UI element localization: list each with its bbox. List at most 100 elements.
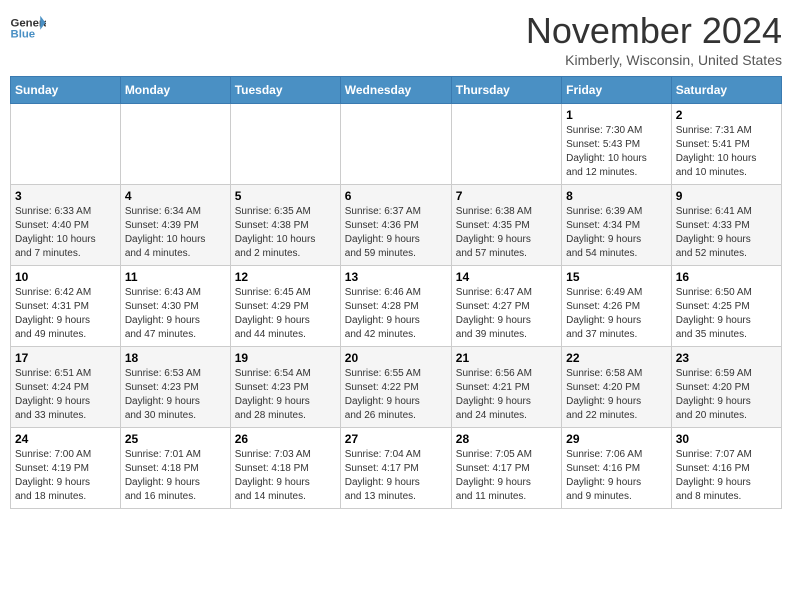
calendar-cell: 9 Sunrise: 6:41 AM Sunset: 4:33 PM Daylig… bbox=[671, 185, 781, 266]
calendar-cell bbox=[451, 104, 561, 185]
day-info: Sunrise: 6:45 AM Sunset: 4:29 PM Dayligh… bbox=[235, 286, 336, 342]
day-number: 22 bbox=[566, 351, 667, 365]
calendar-cell: 19 Sunrise: 6:54 AM Sunset: 4:23 PM Dayli… bbox=[230, 347, 340, 428]
calendar-cell: 30Sunrise: 7:07 AM Sunset: 4:16 PM Dayli… bbox=[671, 428, 781, 509]
calendar-week-row: 10Sunrise: 6:42 AM Sunset: 4:31 PM Dayli… bbox=[11, 266, 782, 347]
day-info: Sunrise: 6:51 AM Sunset: 4:24 PM Dayligh… bbox=[15, 367, 116, 423]
calendar-cell: 23Sunrise: 6:59 AM Sunset: 4:20 PM Dayli… bbox=[671, 347, 781, 428]
day-info: Sunrise: 7:03 AM Sunset: 4:18 PM Dayligh… bbox=[235, 448, 336, 504]
day-info: Sunrise: 6:41 AM Sunset: 4:33 PM Dayligh… bbox=[676, 205, 777, 261]
location: Kimberly, Wisconsin, United States bbox=[526, 52, 782, 68]
weekday-header: Wednesday bbox=[340, 77, 451, 104]
calendar-week-row: 24Sunrise: 7:00 AM Sunset: 4:19 PM Dayli… bbox=[11, 428, 782, 509]
header: General Blue November 2024 Kimberly, Wis… bbox=[10, 10, 782, 68]
day-info: Sunrise: 6:37 AM Sunset: 4:36 PM Dayligh… bbox=[345, 205, 447, 261]
day-number: 29 bbox=[566, 432, 667, 446]
calendar-cell bbox=[340, 104, 451, 185]
calendar-cell: 17 Sunrise: 6:51 AM Sunset: 4:24 PM Dayli… bbox=[11, 347, 121, 428]
day-number: 19 bbox=[235, 351, 336, 365]
day-number: 12 bbox=[235, 270, 336, 284]
calendar-cell: 27 Sunrise: 7:04 AM Sunset: 4:17 PM Dayli… bbox=[340, 428, 451, 509]
calendar-cell: 18 Sunrise: 6:53 AM Sunset: 4:23 PM Dayli… bbox=[120, 347, 230, 428]
calendar-cell: 12 Sunrise: 6:45 AM Sunset: 4:29 PM Dayli… bbox=[230, 266, 340, 347]
title-block: November 2024 Kimberly, Wisconsin, Unite… bbox=[526, 10, 782, 68]
day-number: 1 bbox=[566, 108, 667, 122]
day-info: Sunrise: 7:01 AM Sunset: 4:18 PM Dayligh… bbox=[125, 448, 226, 504]
calendar-cell: 21 Sunrise: 6:56 AM Sunset: 4:21 PM Dayli… bbox=[451, 347, 561, 428]
day-info: Sunrise: 6:34 AM Sunset: 4:39 PM Dayligh… bbox=[125, 205, 226, 261]
day-number: 9 bbox=[676, 189, 777, 203]
day-info: Sunrise: 6:50 AM Sunset: 4:25 PM Dayligh… bbox=[676, 286, 777, 342]
day-number: 25 bbox=[125, 432, 226, 446]
day-info: Sunrise: 6:38 AM Sunset: 4:35 PM Dayligh… bbox=[456, 205, 557, 261]
day-number: 14 bbox=[456, 270, 557, 284]
calendar-cell: 4 Sunrise: 6:34 AM Sunset: 4:39 PM Daylig… bbox=[120, 185, 230, 266]
day-info: Sunrise: 6:58 AM Sunset: 4:20 PM Dayligh… bbox=[566, 367, 667, 423]
day-number: 3 bbox=[15, 189, 116, 203]
calendar-cell: 25 Sunrise: 7:01 AM Sunset: 4:18 PM Dayli… bbox=[120, 428, 230, 509]
calendar-cell: 8 Sunrise: 6:39 AM Sunset: 4:34 PM Daylig… bbox=[562, 185, 672, 266]
day-info: Sunrise: 7:07 AM Sunset: 4:16 PM Dayligh… bbox=[676, 448, 777, 504]
weekday-header: Friday bbox=[562, 77, 672, 104]
day-info: Sunrise: 6:33 AM Sunset: 4:40 PM Dayligh… bbox=[15, 205, 116, 261]
calendar-cell: 10Sunrise: 6:42 AM Sunset: 4:31 PM Dayli… bbox=[11, 266, 121, 347]
calendar-week-row: 1 Sunrise: 7:30 AM Sunset: 5:43 PM Daylig… bbox=[11, 104, 782, 185]
calendar-cell: 11 Sunrise: 6:43 AM Sunset: 4:30 PM Dayli… bbox=[120, 266, 230, 347]
day-info: Sunrise: 6:43 AM Sunset: 4:30 PM Dayligh… bbox=[125, 286, 226, 342]
day-info: Sunrise: 7:30 AM Sunset: 5:43 PM Dayligh… bbox=[566, 124, 667, 180]
day-info: Sunrise: 6:47 AM Sunset: 4:27 PM Dayligh… bbox=[456, 286, 557, 342]
day-number: 2 bbox=[676, 108, 777, 122]
calendar-cell: 20Sunrise: 6:55 AM Sunset: 4:22 PM Dayli… bbox=[340, 347, 451, 428]
calendar-cell: 28 Sunrise: 7:05 AM Sunset: 4:17 PM Dayli… bbox=[451, 428, 561, 509]
svg-text:Blue: Blue bbox=[11, 29, 36, 41]
day-info: Sunrise: 6:35 AM Sunset: 4:38 PM Dayligh… bbox=[235, 205, 336, 261]
day-info: Sunrise: 7:05 AM Sunset: 4:17 PM Dayligh… bbox=[456, 448, 557, 504]
calendar-cell: 22 Sunrise: 6:58 AM Sunset: 4:20 PM Dayli… bbox=[562, 347, 672, 428]
day-number: 11 bbox=[125, 270, 226, 284]
day-info: Sunrise: 6:54 AM Sunset: 4:23 PM Dayligh… bbox=[235, 367, 336, 423]
day-number: 20 bbox=[345, 351, 447, 365]
day-info: Sunrise: 7:31 AM Sunset: 5:41 PM Dayligh… bbox=[676, 124, 777, 180]
weekday-header: Tuesday bbox=[230, 77, 340, 104]
calendar-week-row: 3 Sunrise: 6:33 AM Sunset: 4:40 PM Daylig… bbox=[11, 185, 782, 266]
day-info: Sunrise: 6:59 AM Sunset: 4:20 PM Dayligh… bbox=[676, 367, 777, 423]
day-info: Sunrise: 6:49 AM Sunset: 4:26 PM Dayligh… bbox=[566, 286, 667, 342]
day-number: 26 bbox=[235, 432, 336, 446]
calendar-cell: 1 Sunrise: 7:30 AM Sunset: 5:43 PM Daylig… bbox=[562, 104, 672, 185]
weekday-header: Thursday bbox=[451, 77, 561, 104]
calendar-cell: 2 Sunrise: 7:31 AM Sunset: 5:41 PM Daylig… bbox=[671, 104, 781, 185]
calendar-cell: 16Sunrise: 6:50 AM Sunset: 4:25 PM Dayli… bbox=[671, 266, 781, 347]
calendar-cell: 7Sunrise: 6:38 AM Sunset: 4:35 PM Daylig… bbox=[451, 185, 561, 266]
day-number: 17 bbox=[15, 351, 116, 365]
day-info: Sunrise: 6:56 AM Sunset: 4:21 PM Dayligh… bbox=[456, 367, 557, 423]
calendar-cell: 26 Sunrise: 7:03 AM Sunset: 4:18 PM Dayli… bbox=[230, 428, 340, 509]
calendar-cell: 24Sunrise: 7:00 AM Sunset: 4:19 PM Dayli… bbox=[11, 428, 121, 509]
calendar-header-row: SundayMondayTuesdayWednesdayThursdayFrid… bbox=[11, 77, 782, 104]
day-info: Sunrise: 6:53 AM Sunset: 4:23 PM Dayligh… bbox=[125, 367, 226, 423]
calendar-cell: 6 Sunrise: 6:37 AM Sunset: 4:36 PM Daylig… bbox=[340, 185, 451, 266]
day-info: Sunrise: 6:46 AM Sunset: 4:28 PM Dayligh… bbox=[345, 286, 447, 342]
day-number: 21 bbox=[456, 351, 557, 365]
calendar-cell: 14 Sunrise: 6:47 AM Sunset: 4:27 PM Dayli… bbox=[451, 266, 561, 347]
day-number: 13 bbox=[345, 270, 447, 284]
month-title: November 2024 bbox=[526, 10, 782, 52]
day-number: 27 bbox=[345, 432, 447, 446]
weekday-header: Sunday bbox=[11, 77, 121, 104]
day-number: 18 bbox=[125, 351, 226, 365]
day-number: 24 bbox=[15, 432, 116, 446]
day-number: 8 bbox=[566, 189, 667, 203]
day-info: Sunrise: 7:04 AM Sunset: 4:17 PM Dayligh… bbox=[345, 448, 447, 504]
day-number: 4 bbox=[125, 189, 226, 203]
day-number: 6 bbox=[345, 189, 447, 203]
day-info: Sunrise: 7:06 AM Sunset: 4:16 PM Dayligh… bbox=[566, 448, 667, 504]
day-number: 28 bbox=[456, 432, 557, 446]
calendar-cell bbox=[11, 104, 121, 185]
calendar-table: SundayMondayTuesdayWednesdayThursdayFrid… bbox=[10, 76, 782, 509]
weekday-header: Saturday bbox=[671, 77, 781, 104]
calendar-cell bbox=[120, 104, 230, 185]
calendar-cell: 5 Sunrise: 6:35 AM Sunset: 4:38 PM Daylig… bbox=[230, 185, 340, 266]
day-info: Sunrise: 6:39 AM Sunset: 4:34 PM Dayligh… bbox=[566, 205, 667, 261]
logo-icon: General Blue bbox=[10, 14, 46, 42]
day-info: Sunrise: 6:42 AM Sunset: 4:31 PM Dayligh… bbox=[15, 286, 116, 342]
day-number: 5 bbox=[235, 189, 336, 203]
